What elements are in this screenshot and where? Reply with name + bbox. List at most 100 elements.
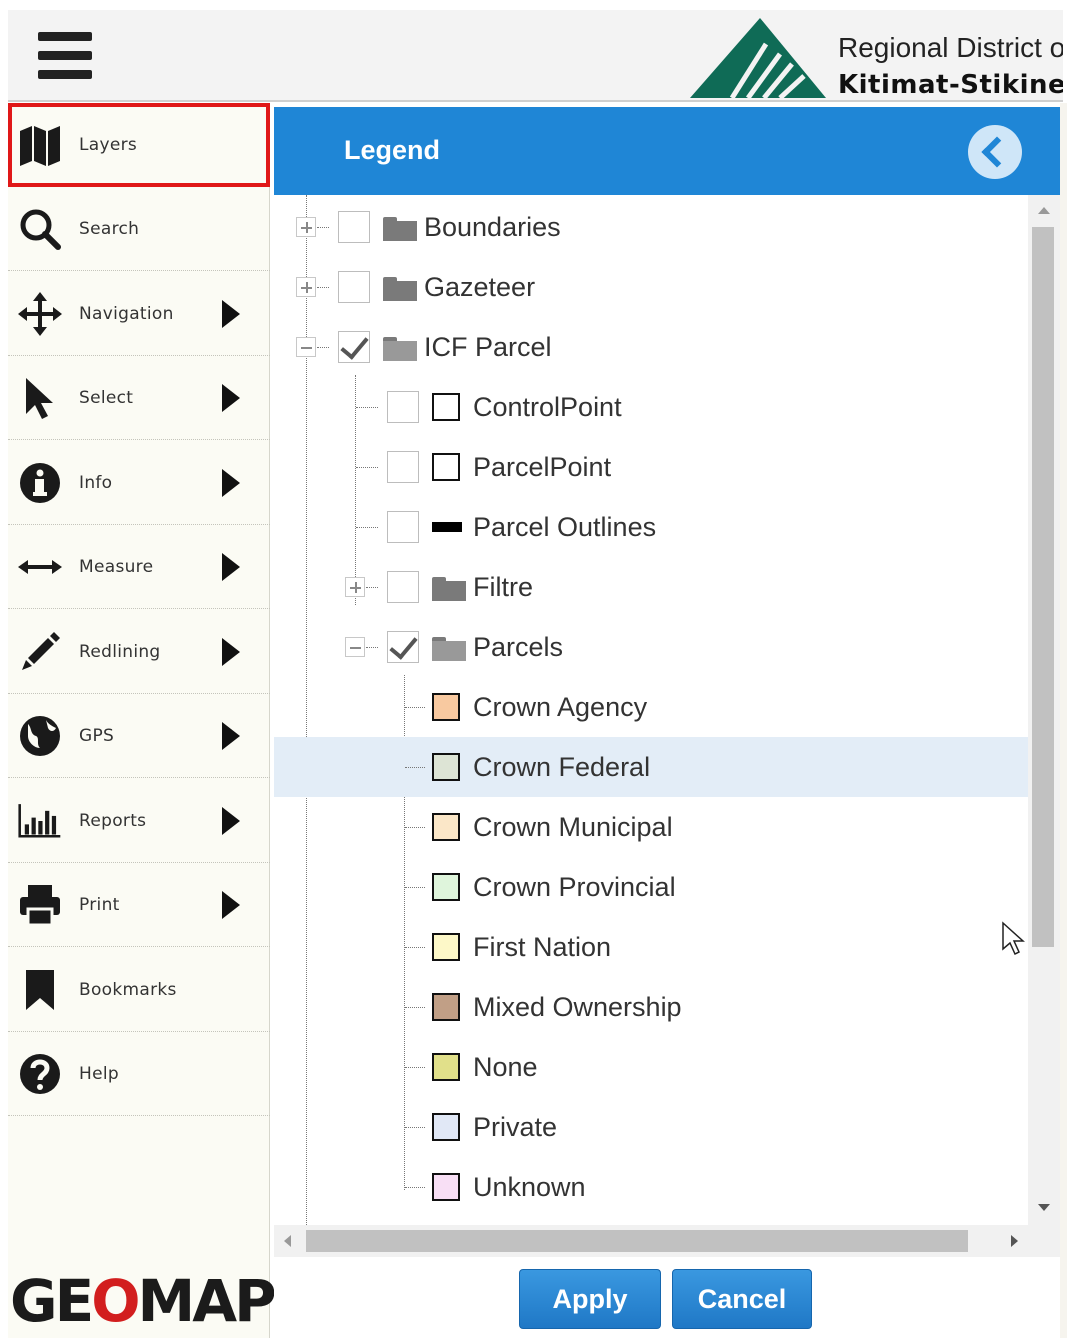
- layer-label: ParcelPoint: [473, 452, 612, 482]
- apply-button[interactable]: Apply: [519, 1269, 661, 1329]
- submenu-arrow-icon: [222, 891, 240, 919]
- sidebar-item-label: Reports: [79, 811, 147, 831]
- sidebar-item-redlining[interactable]: Redlining: [8, 610, 270, 694]
- scroll-left-icon[interactable]: [284, 1235, 291, 1247]
- sidebar-item-help[interactable]: Help: [8, 1032, 270, 1116]
- legend-line-swatch: [432, 522, 462, 532]
- expand-icon[interactable]: [296, 277, 316, 297]
- legend-class-label: Private: [473, 1112, 558, 1142]
- layer-checkbox[interactable]: [387, 571, 419, 603]
- expand-icon[interactable]: [296, 217, 316, 237]
- legend-class-row[interactable]: Crown Federal: [274, 737, 1028, 797]
- legend-class-label: Crown Provincial: [473, 872, 676, 902]
- layer-checkbox[interactable]: [387, 631, 419, 663]
- scroll-down-icon[interactable]: [1038, 1204, 1050, 1211]
- map-canvas-edge[interactable]: [1060, 103, 1067, 1338]
- layer-checkbox[interactable]: [387, 391, 419, 423]
- legend-swatch: [432, 1173, 460, 1201]
- vertical-scrollbar[interactable]: [1028, 195, 1060, 1225]
- legend-class-row: Crown Provincial: [274, 857, 1028, 917]
- legend-class-label: None: [473, 1052, 538, 1082]
- layer-label: ControlPoint: [473, 392, 622, 422]
- legend-class-row: Private: [274, 1097, 1028, 1157]
- legend-footer: Apply Cancel: [274, 1257, 1060, 1338]
- scrollbar-corner: [1028, 1225, 1060, 1257]
- tree-row-controlpoint: ControlPoint: [274, 377, 1028, 437]
- sidebar-item-label: Redlining: [79, 642, 161, 662]
- scroll-thumb[interactable]: [1032, 227, 1054, 947]
- layer-checkbox[interactable]: [387, 511, 419, 543]
- layer-label: ICF Parcel: [424, 332, 552, 362]
- submenu-arrow-icon: [222, 807, 240, 835]
- scroll-up-icon[interactable]: [1038, 207, 1050, 214]
- legend-swatch: [432, 1053, 460, 1081]
- legend-swatch: [432, 453, 460, 481]
- legend-swatch: [432, 693, 460, 721]
- legend-class-row: Crown Agency: [274, 677, 1028, 737]
- globe-icon: [20, 716, 60, 756]
- folder-icon: [432, 577, 466, 601]
- sidebar-item-measure[interactable]: Measure: [8, 525, 270, 609]
- hamburger-menu-icon[interactable]: [38, 32, 92, 80]
- tree-row-filtre: Filtre: [274, 557, 1028, 617]
- bookmark-icon: [26, 970, 54, 1010]
- sidebar-item-bookmarks[interactable]: Bookmarks: [8, 948, 270, 1032]
- move-arrows-icon: [18, 292, 62, 336]
- sidebar-item-select[interactable]: Select: [8, 356, 270, 440]
- folder-icon: [383, 277, 417, 301]
- tree-row-boundaries: Boundaries: [274, 197, 1028, 257]
- sidebar-item-layers[interactable]: Layers: [8, 103, 270, 187]
- sidebar-item-label: Layers: [79, 135, 138, 155]
- scroll-thumb[interactable]: [306, 1230, 968, 1252]
- cancel-button[interactable]: Cancel: [672, 1269, 812, 1329]
- sidebar-item-print[interactable]: Print: [8, 863, 270, 947]
- folder-icon: [383, 217, 417, 241]
- submenu-arrow-icon: [222, 384, 240, 412]
- app-header: Regional District of Kitimat-Stikine: [8, 10, 1063, 102]
- layer-checkbox[interactable]: [338, 331, 370, 363]
- tree-row-parcels: Parcels: [274, 617, 1028, 677]
- sidebar-item-search[interactable]: Search: [8, 187, 270, 271]
- legend-swatch: [432, 753, 460, 781]
- mouse-pointer-icon: [1002, 921, 1025, 956]
- submenu-arrow-icon: [222, 469, 240, 497]
- legend-class-label: Unknown: [473, 1172, 586, 1202]
- org-name-line1: Regional District of: [838, 32, 1063, 63]
- sidebar-item-navigation[interactable]: Navigation: [8, 272, 270, 356]
- back-chevron-icon[interactable]: [968, 125, 1022, 179]
- legend-title: Legend: [344, 135, 441, 165]
- sidebar-item-label: Measure: [79, 557, 154, 577]
- collapse-icon[interactable]: [296, 337, 316, 357]
- sidebar-item-label: Help: [79, 1064, 119, 1084]
- org-name-line2: Kitimat-Stikine: [838, 70, 1063, 100]
- horizontal-scrollbar[interactable]: [274, 1225, 1028, 1257]
- layer-checkbox[interactable]: [338, 271, 370, 303]
- layer-label: Parcels: [473, 632, 564, 662]
- sidebar-item-reports[interactable]: Reports: [8, 779, 270, 863]
- mountain-logo-icon: [690, 18, 826, 100]
- submenu-arrow-icon: [222, 553, 240, 581]
- layer-tree: Boundaries Gazeteer ICF Parcel ControlPo…: [274, 195, 1028, 1225]
- sidebar-item-label: Info: [79, 473, 113, 493]
- sidebar-item-gps[interactable]: GPS: [8, 694, 270, 778]
- sidebar-item-label: GPS: [79, 726, 115, 746]
- sidebar-item-info[interactable]: Info: [8, 441, 270, 525]
- tool-sidebar: Layers Search Navigation Select Info Mea…: [8, 103, 277, 1338]
- geomap-logo: GEOMAP: [10, 1267, 277, 1335]
- sidebar-item-label: Bookmarks: [79, 980, 177, 1000]
- tree-row-parcelpoint: ParcelPoint: [274, 437, 1028, 497]
- submenu-arrow-icon: [222, 722, 240, 750]
- layer-checkbox[interactable]: [338, 211, 370, 243]
- measure-icon: [18, 560, 62, 574]
- collapse-icon[interactable]: [345, 637, 365, 657]
- sidebar-item-label: Select: [79, 388, 134, 408]
- layer-checkbox[interactable]: [387, 451, 419, 483]
- legend-class-row: First Nation: [274, 917, 1028, 977]
- scroll-right-icon[interactable]: [1011, 1235, 1018, 1247]
- help-icon: [20, 1054, 60, 1094]
- sidebar-item-label: Print: [79, 895, 120, 915]
- map-icon: [20, 126, 60, 166]
- tree-row-icf-parcel: ICF Parcel: [274, 317, 1028, 377]
- legend-class-row: Unknown: [274, 1157, 1028, 1217]
- expand-icon[interactable]: [345, 577, 365, 597]
